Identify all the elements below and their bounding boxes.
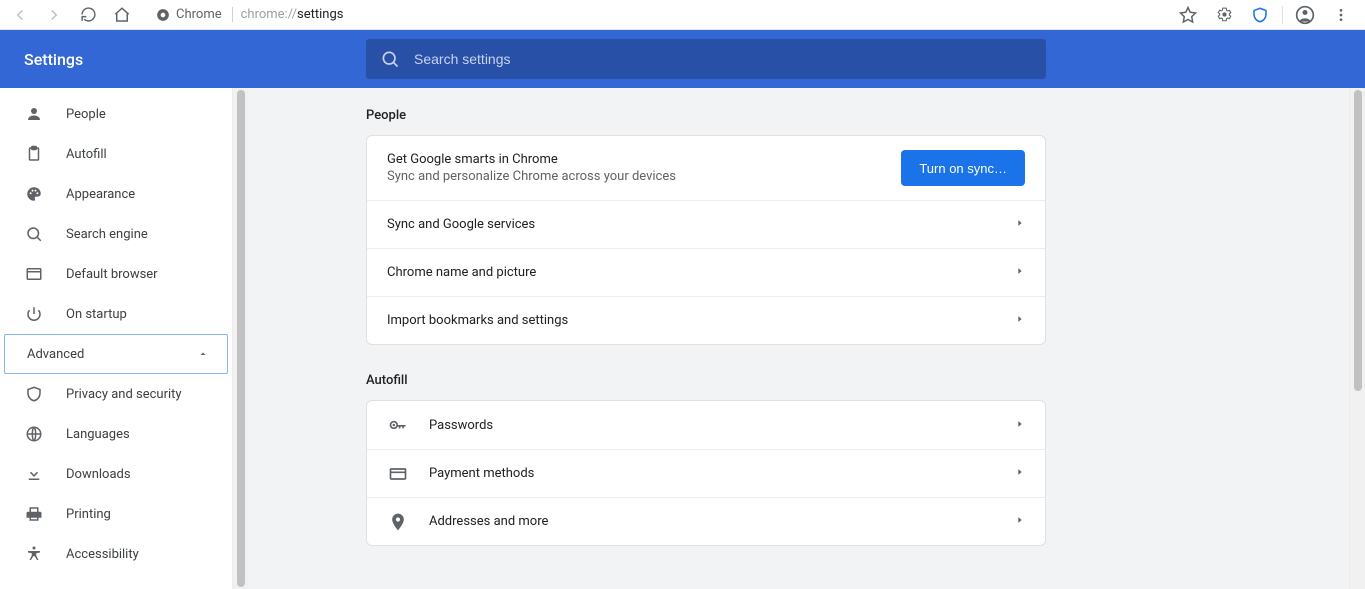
sidebar-item-label: Autofill <box>66 147 107 162</box>
sidebar-item-privacy[interactable]: Privacy and security <box>0 374 232 414</box>
sidebar-item-languages[interactable]: Languages <box>0 414 232 454</box>
reload-icon[interactable] <box>74 1 102 29</box>
browser-toolbar: Chrome chrome://settings <box>0 0 1365 30</box>
download-icon <box>24 464 44 484</box>
chevron-right-icon <box>1015 313 1025 328</box>
header-title: Settings <box>0 50 248 69</box>
chevron-right-icon <box>1015 217 1025 232</box>
chevron-up-icon <box>197 348 209 360</box>
sidebar-item-label: Printing <box>66 507 111 522</box>
chevron-right-icon <box>1015 466 1025 481</box>
sidebar-item-downloads[interactable]: Downloads <box>0 454 232 494</box>
home-icon[interactable] <box>108 1 136 29</box>
sidebar-item-on-startup[interactable]: On startup <box>0 294 232 334</box>
sync-promo-title: Get Google smarts in Chrome <box>387 152 881 167</box>
content-area: People Autofill Appearance Search engine… <box>0 88 1365 589</box>
address-bar[interactable]: Chrome chrome://settings <box>146 2 1164 28</box>
sidebar-item-label: People <box>66 107 106 122</box>
sidebar-item-default-browser[interactable]: Default browser <box>0 254 232 294</box>
search-settings-bar[interactable] <box>366 39 1046 79</box>
extension-shield-icon[interactable] <box>1246 1 1274 29</box>
turn-on-sync-button[interactable]: Turn on sync… <box>901 150 1025 186</box>
import-bookmarks-row[interactable]: Import bookmarks and settings <box>367 296 1045 344</box>
sidebar-item-printing[interactable]: Printing <box>0 494 232 534</box>
sidebar-item-label: Languages <box>66 427 130 442</box>
accessibility-icon <box>24 544 44 564</box>
search-icon <box>380 49 400 69</box>
sidebar-item-label: Appearance <box>66 187 135 202</box>
sidebar-item-label: On startup <box>66 307 127 322</box>
sidebar-item-accessibility[interactable]: Accessibility <box>0 534 232 574</box>
sidebar-item-autofill[interactable]: Autofill <box>0 134 232 174</box>
passwords-row[interactable]: Passwords <box>367 401 1045 449</box>
chrome-name-picture-row[interactable]: Chrome name and picture <box>367 248 1045 296</box>
clipboard-icon <box>24 144 44 164</box>
browser-icon <box>24 264 44 284</box>
palette-icon <box>24 184 44 204</box>
menu-dots-icon[interactable] <box>1327 1 1355 29</box>
payment-methods-row[interactable]: Payment methods <box>367 449 1045 497</box>
search-icon <box>24 224 44 244</box>
forward-icon[interactable] <box>40 1 68 29</box>
people-card: Get Google smarts in Chrome Sync and per… <box>366 135 1046 345</box>
sidebar-item-label: Default browser <box>66 267 158 282</box>
sidebar-item-label: Privacy and security <box>66 387 182 402</box>
advanced-label: Advanced <box>27 347 84 362</box>
extension-gear-icon[interactable] <box>1210 1 1238 29</box>
sidebar-advanced-toggle[interactable]: Advanced <box>4 334 228 374</box>
sidebar-item-search-engine[interactable]: Search engine <box>0 214 232 254</box>
main-panel: People Get Google smarts in Chrome Sync … <box>248 88 1349 589</box>
site-chip: Chrome <box>156 7 233 22</box>
profile-icon[interactable] <box>1291 1 1319 29</box>
sync-promo-row: Get Google smarts in Chrome Sync and per… <box>367 136 1045 200</box>
chevron-right-icon <box>1015 514 1025 529</box>
section-title-people: People <box>366 108 1046 123</box>
back-icon[interactable] <box>6 1 34 29</box>
main-scrollbar[interactable] <box>1349 88 1365 589</box>
site-chip-label: Chrome <box>176 7 222 22</box>
sidebar-item-appearance[interactable]: Appearance <box>0 174 232 214</box>
chevron-right-icon <box>1015 265 1025 280</box>
sync-services-row[interactable]: Sync and Google services <box>367 200 1045 248</box>
card-icon <box>387 464 409 484</box>
section-title-autofill: Autofill <box>366 373 1046 388</box>
toolbar-separator <box>1282 6 1283 24</box>
key-icon <box>387 415 409 435</box>
address-url: chrome://settings <box>241 7 344 22</box>
sidebar-item-label: Accessibility <box>66 547 139 562</box>
globe-icon <box>24 424 44 444</box>
sidebar: People Autofill Appearance Search engine… <box>0 88 232 589</box>
toolbar-right <box>1174 1 1359 29</box>
sidebar-scrollbar[interactable] <box>232 88 248 589</box>
person-icon <box>24 104 44 124</box>
power-icon <box>24 304 44 324</box>
printer-icon <box>24 504 44 524</box>
sidebar-item-people[interactable]: People <box>0 94 232 134</box>
location-icon <box>387 512 409 532</box>
sidebar-item-label: Downloads <box>66 467 131 482</box>
addresses-row[interactable]: Addresses and more <box>367 497 1045 545</box>
chevron-right-icon <box>1015 418 1025 433</box>
sidebar-item-label: Search engine <box>66 227 148 242</box>
shield-icon <box>24 384 44 404</box>
search-settings-input[interactable] <box>414 51 1032 67</box>
settings-header: Settings <box>0 30 1365 88</box>
star-icon[interactable] <box>1174 1 1202 29</box>
autofill-card: Passwords Payment methods Addresses and … <box>366 400 1046 546</box>
sync-promo-subtitle: Sync and personalize Chrome across your … <box>387 169 881 184</box>
